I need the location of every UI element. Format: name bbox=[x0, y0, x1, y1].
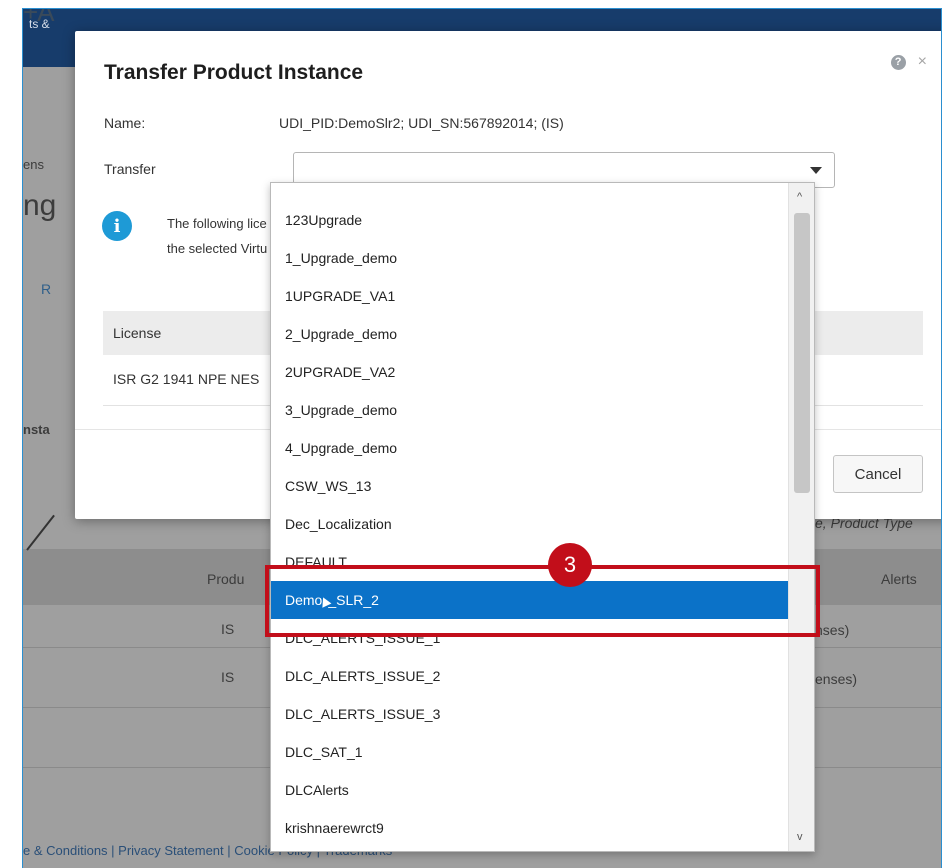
dropdown-option[interactable]: DLC_ALERTS_ISSUE_3 bbox=[271, 695, 788, 733]
name-value: UDI_PID:DemoSlr2; UDI_SN:567892014; (IS) bbox=[279, 115, 564, 131]
bg-fragment: nsta bbox=[23, 422, 50, 437]
chevron-down-icon[interactable] bbox=[810, 167, 822, 174]
name-label: Name: bbox=[104, 115, 146, 131]
license-row: ISR G2 1941 NPE NES bbox=[113, 371, 260, 387]
help-icon[interactable]: ? bbox=[890, 54, 906, 70]
table-cell-type: IS bbox=[221, 669, 235, 685]
dropdown-option[interactable]: DLCAlerts bbox=[271, 771, 788, 809]
table-cell-count: nses) bbox=[815, 622, 850, 638]
bg-fragment: ng bbox=[23, 189, 57, 222]
table-cell-type: IS bbox=[221, 621, 235, 637]
license-column-header: License bbox=[113, 325, 162, 341]
dropdown-option[interactable]: 3_Upgrade_demo bbox=[271, 391, 788, 429]
scroll-down-icon[interactable]: v bbox=[797, 831, 803, 843]
transfer-label: Transfer bbox=[104, 161, 156, 177]
dropdown-option[interactable]: 123Upgrade bbox=[271, 201, 788, 239]
scroll-up-icon[interactable]: ^ bbox=[797, 191, 802, 203]
dropdown-option[interactable]: DLC_SAT_1 bbox=[271, 733, 788, 771]
annotation-highlight-box bbox=[265, 565, 820, 637]
transfer-dropdown-list[interactable]: 123Upgrade 1_Upgrade_demo 1UPGRADE_VA1 2_Up… bbox=[270, 182, 815, 852]
dropdown-option[interactable]: CSW_WS_13 bbox=[271, 467, 788, 505]
dropdown-option[interactable]: 1_Upgrade_demo bbox=[271, 239, 788, 277]
info-message-line2: the selected Virtu bbox=[167, 241, 268, 256]
table-cell-count: enses) bbox=[815, 671, 858, 687]
dropdown-scrollbar[interactable]: ^ v bbox=[788, 183, 814, 851]
dropdown-option[interactable]: Dec_Localization bbox=[271, 505, 788, 543]
table-header-product: Produ bbox=[207, 571, 245, 587]
dropdown-option[interactable]: 2UPGRADE_VA2 bbox=[271, 353, 788, 391]
dialog-controls: ? × bbox=[890, 53, 927, 71]
bg-fragment: ens bbox=[23, 157, 44, 172]
cancel-button[interactable]: Cancel bbox=[833, 455, 923, 493]
dropdown-option[interactable]: DLC_ALERTS_ISSUE_2 bbox=[271, 657, 788, 695]
dropdown-option[interactable]: 1UPGRADE_VA1 bbox=[271, 277, 788, 315]
dialog-title: Transfer Product Instance bbox=[104, 61, 364, 84]
bg-fragment[interactable]: R bbox=[41, 281, 51, 297]
info-icon: i bbox=[102, 211, 132, 241]
annotation-step-badge: 3 bbox=[548, 543, 592, 587]
dropdown-option[interactable]: 2_Upgrade_demo bbox=[271, 315, 788, 353]
corner-glyph: +A bbox=[23, 8, 55, 27]
dropdown-option[interactable]: krishnaerewrct9 bbox=[271, 809, 788, 847]
scroll-thumb[interactable] bbox=[794, 213, 810, 493]
info-message-line1: The following lice bbox=[167, 216, 267, 231]
close-icon[interactable]: × bbox=[918, 53, 927, 71]
table-header-alerts: Alerts bbox=[881, 571, 917, 587]
dropdown-option[interactable]: 4_Upgrade_demo bbox=[271, 429, 788, 467]
